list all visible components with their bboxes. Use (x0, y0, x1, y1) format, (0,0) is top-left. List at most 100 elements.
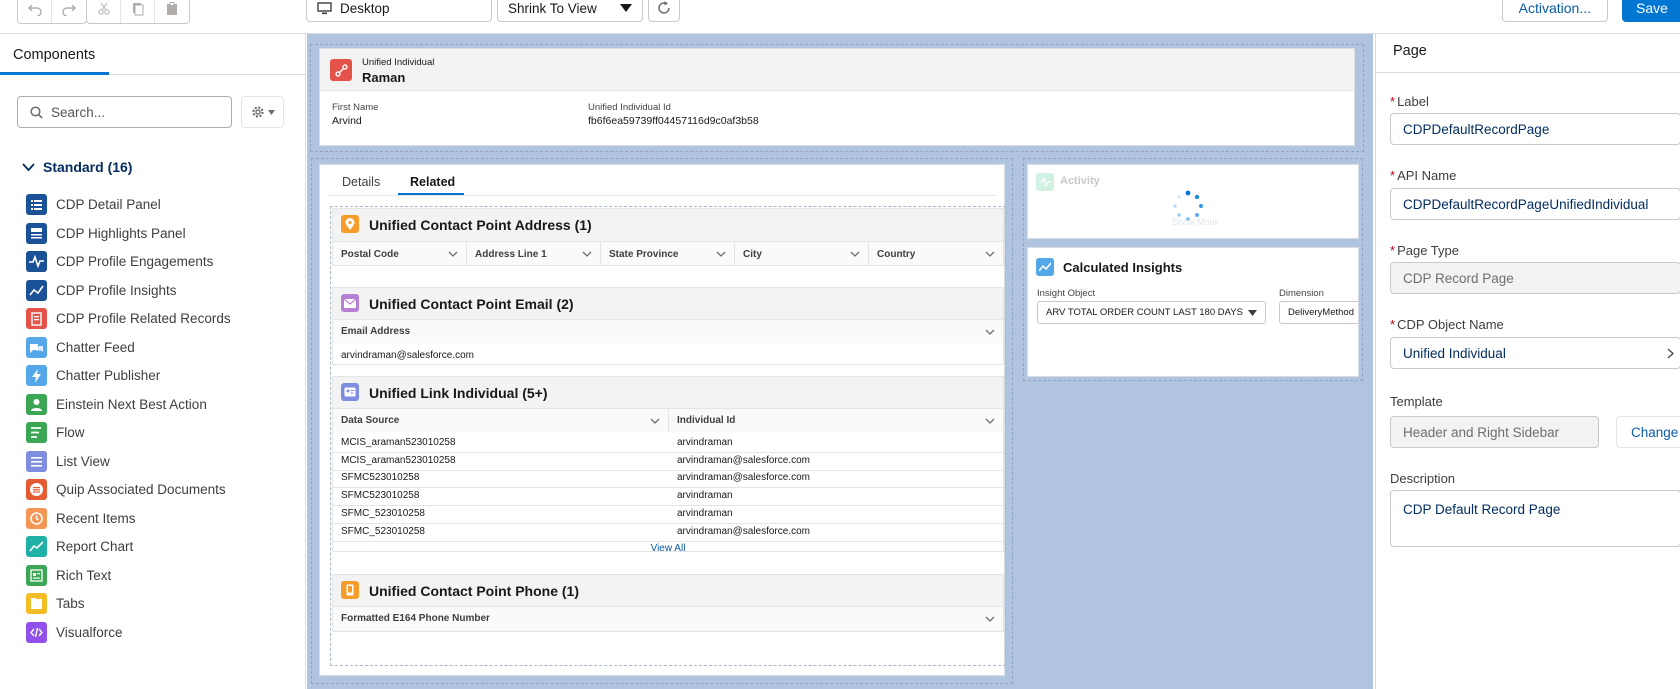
einstein-icon (26, 393, 47, 415)
undo-button[interactable] (18, 0, 52, 23)
component-item-report-chart[interactable]: Report Chart (26, 536, 133, 557)
refresh-icon (658, 1, 670, 14)
component-item-quip-associated-documents[interactable]: Quip Associated Documents (26, 479, 226, 500)
highlights-header (320, 49, 1354, 91)
description-textarea[interactable]: CDP Default Record Page (1390, 490, 1680, 547)
description-field-label: Description (1390, 471, 1456, 486)
view-all-link[interactable]: View All (333, 543, 1003, 554)
standard-section-toggle[interactable]: Standard (16) (22, 159, 132, 175)
email-icon (341, 294, 359, 312)
component-item-chatter-publisher[interactable]: Chatter Publisher (26, 365, 160, 386)
email-value[interactable]: arvindraman@salesforce.com (341, 350, 474, 361)
object-name-field-label: * CDP Object Name (1390, 317, 1504, 332)
column-header-country[interactable]: Country (869, 242, 1003, 266)
chevron-down-icon (985, 616, 995, 622)
label-field-label: * Label (1390, 94, 1429, 109)
component-item-label: Tabs (56, 596, 85, 611)
phone-list-title: Unified Contact Point Phone (1) (369, 583, 579, 599)
tab-components[interactable]: Components (13, 47, 95, 63)
refresh-button[interactable] (648, 0, 680, 22)
component-item-flow[interactable]: Flow (26, 422, 85, 443)
label-input[interactable]: CDPDefaultRecordPage (1390, 113, 1680, 145)
table-row[interactable]: SFMC523010258 arvindraman@salesforce.com (333, 470, 1003, 489)
save-button[interactable]: Save (1622, 0, 1680, 22)
component-item-label: Visualforce (56, 624, 123, 640)
activity-panel[interactable]: Activity Show More (1027, 164, 1359, 239)
component-item-label: CDP Profile Related Records (56, 311, 231, 326)
unified-id-value: fb6f6ea59739ff04457116d9c0af3b58 (588, 115, 759, 127)
paste-button[interactable] (155, 0, 189, 23)
table-row[interactable]: SFMC_523010258 arvindraman (333, 506, 1003, 524)
chevron-down-icon (22, 162, 35, 171)
highlights-panel[interactable]: Unified Individual Raman First Name Arvi… (319, 48, 1355, 146)
builder-toolbar: Desktop Shrink To View Activation... Sav… (0, 0, 1680, 34)
activation-button[interactable]: Activation... (1501, 0, 1608, 22)
component-item-recent-items[interactable]: Recent Items (26, 507, 136, 529)
dimension-select[interactable]: DeliveryMethod (1279, 301, 1358, 324)
data-source-column-header[interactable]: Data Source (333, 408, 669, 432)
component-item-label: Chatter Feed (56, 339, 135, 355)
component-item-chatter-feed[interactable]: Chatter Feed (26, 336, 135, 358)
copy-button[interactable] (121, 0, 155, 23)
email-column-header[interactable]: Email Address (333, 319, 1003, 343)
component-item-cdp-profile-engagements[interactable]: CDP Profile Engagements (26, 251, 213, 272)
component-item-list-view[interactable]: List View (26, 450, 110, 472)
chatter-feed-icon (26, 336, 47, 358)
report-chart-icon (26, 536, 47, 557)
column-header-address-line-1[interactable]: Address Line 1 (467, 242, 601, 266)
tabs-icon (26, 593, 47, 614)
calculated-insights-panel[interactable]: Calculated Insights Insight Object ARV T… (1027, 247, 1359, 377)
cut-button[interactable] (87, 0, 121, 23)
individual-id-column-header[interactable]: Individual Id (669, 408, 1003, 432)
table-row[interactable]: MCIS_araman523010258 arvindraman@salesfor… (333, 453, 1003, 471)
table-row[interactable]: MCIS_araman523010258 arvindraman (333, 435, 1003, 453)
component-item-cdp-highlights-panel[interactable]: CDP Highlights Panel (26, 222, 186, 244)
tab-details[interactable]: Details (342, 175, 380, 189)
standard-section-label: Standard (16) (43, 159, 133, 175)
column-header-city[interactable]: City (735, 242, 869, 266)
component-item-cdp-detail-panel[interactable]: CDP Detail Panel (26, 194, 161, 215)
component-item-label: CDP Detail Panel (56, 197, 161, 212)
phone-column-label: Formatted E164 Phone Number (341, 613, 490, 624)
component-item-cdp-profile-insights[interactable]: CDP Profile Insights (26, 279, 177, 301)
individual-id-column-label: Individual Id (677, 415, 736, 426)
chevron-down-icon (985, 251, 995, 257)
chevron-down-icon (985, 329, 995, 335)
quip-icon (26, 479, 47, 500)
object-name-input[interactable]: Unified Individual (1390, 337, 1680, 369)
tab-related[interactable]: Related (410, 175, 455, 189)
component-item-label: Recent Items (56, 510, 136, 526)
component-item-einstein-next-best-action[interactable]: Einstein Next Best Action (26, 393, 207, 415)
email-related-list: Unified Contact Point Email (2) Email Ad… (332, 287, 1004, 365)
api-name-input[interactable]: CDPDefaultRecordPageUnifiedIndividual (1390, 188, 1680, 220)
object-name-value: Unified Individual (1403, 345, 1506, 361)
component-item-tabs[interactable]: Tabs (26, 593, 85, 614)
change-template-button[interactable]: Change (1616, 416, 1680, 448)
column-header-postal-code[interactable]: Postal Code (333, 242, 467, 266)
column-header-label: State Province (609, 248, 679, 260)
component-item-cdp-profile-related-records[interactable]: CDP Profile Related Records (26, 308, 231, 329)
component-item-rich-text[interactable]: Rich Text (26, 564, 111, 586)
caret-down-icon (620, 4, 632, 12)
component-item-label: List View (56, 453, 110, 469)
column-header-state-province[interactable]: State Province (601, 242, 735, 266)
search-input[interactable]: Search... (17, 96, 232, 128)
individual-id-cell: arvindraman@salesforce.com (677, 454, 810, 466)
table-row[interactable]: SFMC523010258 arvindraman (333, 488, 1003, 507)
tabs-panel[interactable]: Details Related Unified Contact Point Ad… (319, 164, 1006, 676)
chevron-right-icon (1667, 348, 1674, 358)
list-view-icon (26, 450, 47, 472)
component-item-label: Einstein Next Best Action (56, 396, 207, 412)
component-item-visualforce[interactable]: Visualforce (26, 621, 123, 643)
device-selector[interactable]: Desktop (306, 0, 492, 22)
settings-menu-button[interactable] (241, 96, 284, 128)
chevron-down-icon (650, 418, 660, 424)
properties-title: Page (1393, 43, 1427, 59)
clock-icon (26, 507, 47, 529)
view-mode-select[interactable]: Shrink To View (497, 0, 643, 22)
show-more-link[interactable]: Show More (1172, 217, 1218, 227)
insight-object-select[interactable]: ARV TOTAL ORDER COUNT LAST 180 DAYS (1037, 301, 1266, 324)
redo-button[interactable] (52, 0, 86, 23)
table-row[interactable]: SFMC_523010258 arvindraman@salesforce.com (333, 524, 1003, 542)
phone-column-header[interactable]: Formatted E164 Phone Number (333, 606, 1003, 630)
